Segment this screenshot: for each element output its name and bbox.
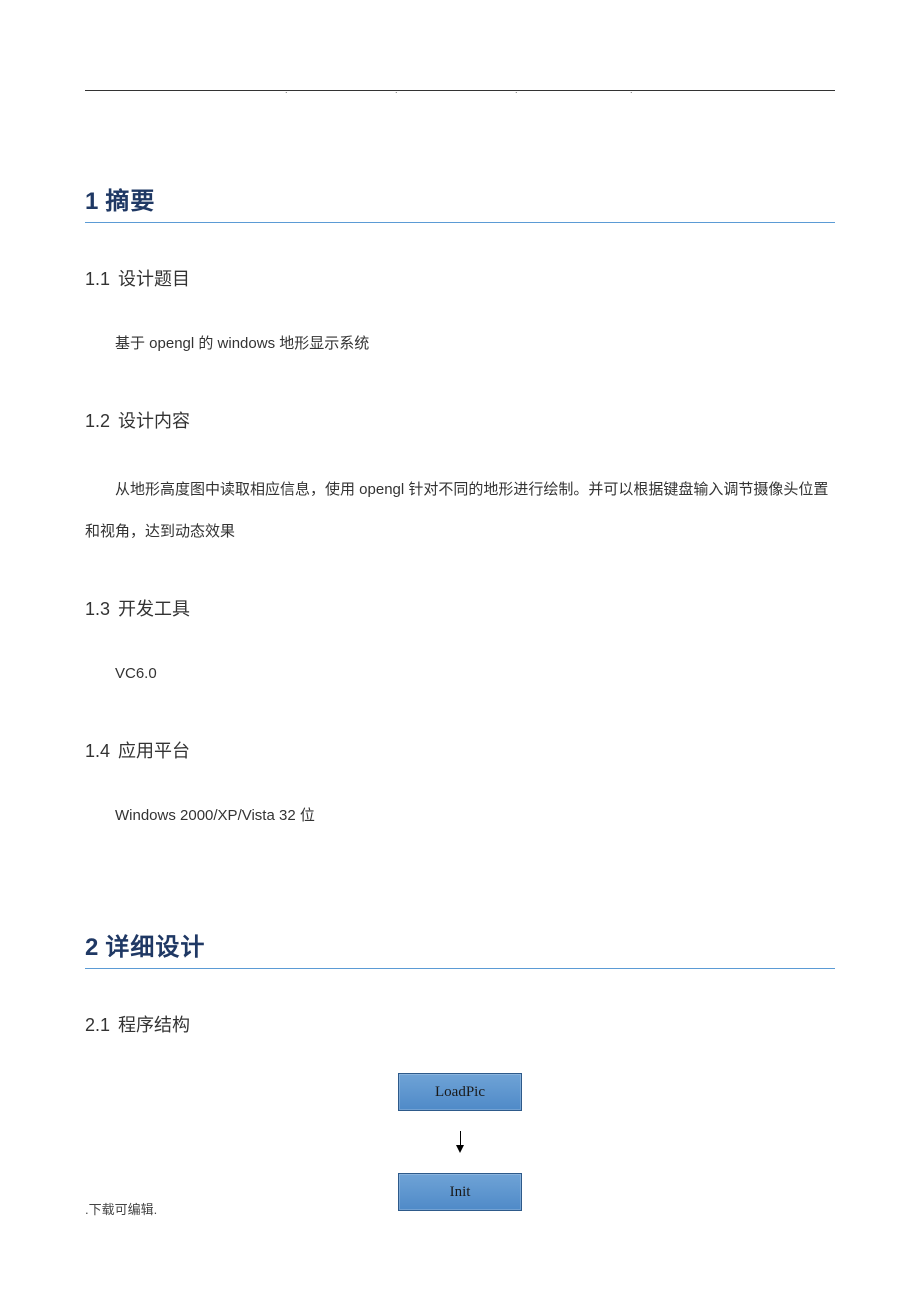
heading-1-2: 1.2 设计内容 (85, 407, 835, 433)
arrow-down-icon (454, 1131, 466, 1153)
heading-1-2-title: 设计内容 (118, 411, 190, 431)
body-1-2: 从地形高度图中读取相应信息，使用 opengl 针对不同的地形进行绘制。并可以根… (85, 469, 835, 553)
flow-box-init: Init (398, 1173, 522, 1211)
heading-2-1-title: 程序结构 (118, 1015, 190, 1035)
heading-2-num: 2 (85, 934, 99, 961)
heading-1-abstract: 1摘要 (85, 181, 835, 223)
heading-1-1: 1.1 设计题目 (85, 265, 835, 291)
flow-box-loadpic: LoadPic (398, 1073, 522, 1111)
heading-2-design: 2详细设计 (85, 927, 835, 969)
header-rule: . . . . (85, 90, 835, 91)
heading-1-3-title: 开发工具 (118, 599, 190, 619)
body-1-1: 基于 opengl 的 windows 地形显示系统 (85, 323, 835, 365)
heading-1-3: 1.3 开发工具 (85, 595, 835, 621)
footer-text: .下载可编辑. (85, 1199, 157, 1218)
body-1-3: VC6.0 (85, 653, 835, 695)
heading-1-4-title: 应用平台 (118, 741, 190, 761)
heading-1-title: 摘要 (105, 188, 155, 215)
heading-1-num: 1 (85, 188, 99, 215)
heading-1-3-num: 1.3 (85, 599, 110, 619)
heading-2-1-num: 2.1 (85, 1015, 110, 1035)
flowchart: LoadPic Init (85, 1073, 835, 1211)
heading-2-1: 2.1 程序结构 (85, 1011, 835, 1037)
body-1-4: Windows 2000/XP/Vista 32 位 (85, 795, 835, 837)
heading-1-1-title: 设计题目 (118, 269, 190, 289)
heading-1-2-num: 1.2 (85, 411, 110, 431)
header-dots: . . . . (85, 85, 835, 89)
heading-1-4: 1.4 应用平台 (85, 737, 835, 763)
heading-1-4-num: 1.4 (85, 741, 110, 761)
heading-2-title: 详细设计 (105, 934, 205, 961)
heading-1-1-num: 1.1 (85, 269, 110, 289)
